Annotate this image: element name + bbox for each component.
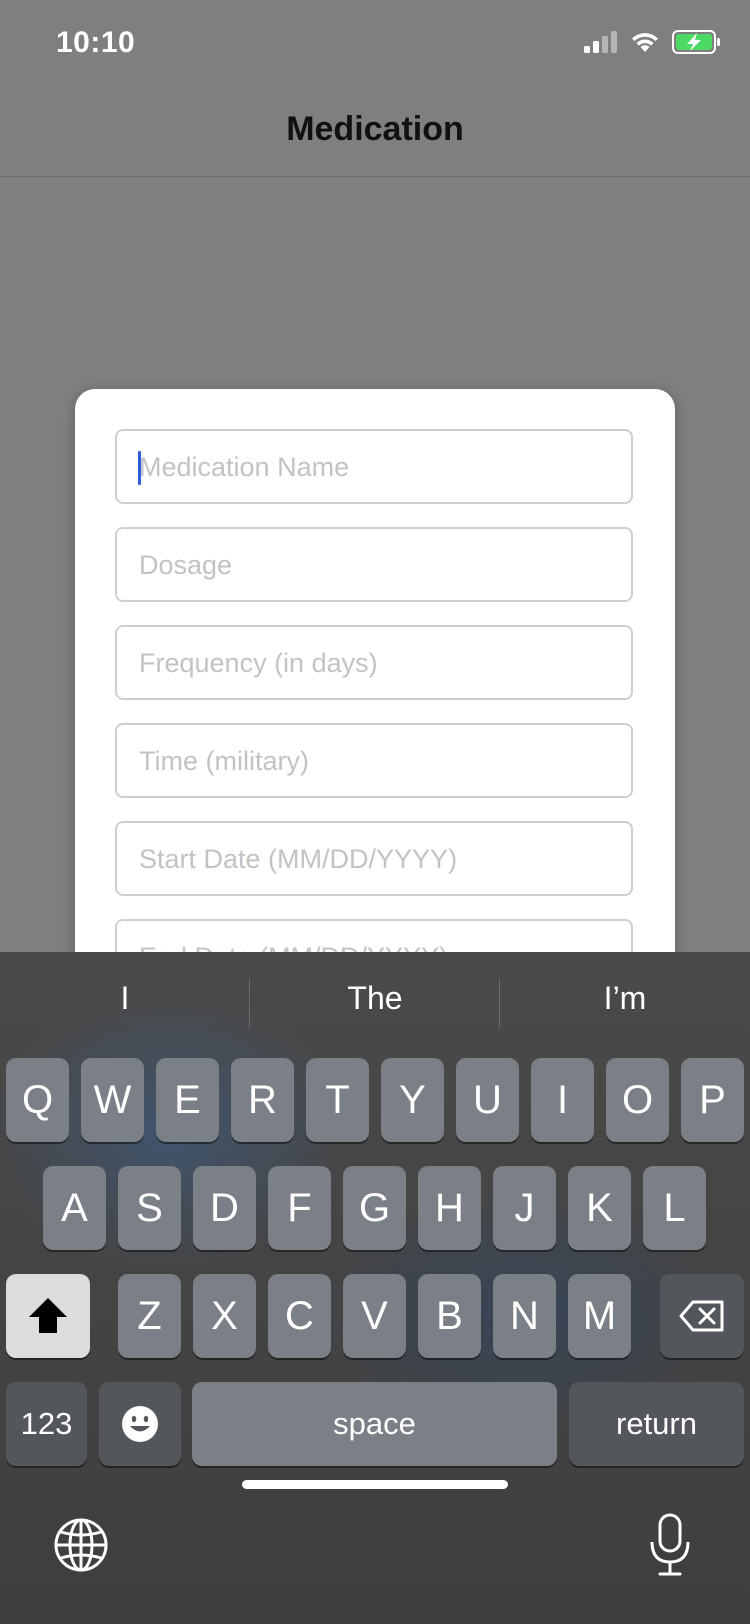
key-p[interactable]: P bbox=[681, 1058, 744, 1142]
key-y[interactable]: Y bbox=[381, 1058, 444, 1142]
key-f[interactable]: F bbox=[268, 1166, 331, 1250]
suggestion-item[interactable]: I bbox=[0, 980, 250, 1017]
key-m[interactable]: M bbox=[568, 1274, 631, 1358]
key-u[interactable]: U bbox=[456, 1058, 519, 1142]
medication-name-input[interactable]: Medication Name bbox=[115, 429, 633, 504]
shift-key[interactable] bbox=[6, 1274, 90, 1358]
start-date-placeholder: Start Date (MM/DD/YYYY) bbox=[139, 844, 458, 874]
key-i[interactable]: I bbox=[531, 1058, 594, 1142]
key-d[interactable]: D bbox=[193, 1166, 256, 1250]
key-z[interactable]: Z bbox=[118, 1274, 181, 1358]
key-v[interactable]: V bbox=[343, 1274, 406, 1358]
time-placeholder: Time (military) bbox=[139, 746, 309, 776]
add-medication-card: Medication Name Dosage Frequency (in day… bbox=[75, 389, 675, 1009]
key-q[interactable]: Q bbox=[6, 1058, 69, 1142]
key-b[interactable]: B bbox=[418, 1274, 481, 1358]
key-l[interactable]: L bbox=[643, 1166, 706, 1250]
keyboard: I The I’m Q W E R T Y U I O P A S D F G … bbox=[0, 952, 750, 1624]
key-g[interactable]: G bbox=[343, 1166, 406, 1250]
key-j[interactable]: J bbox=[493, 1166, 556, 1250]
dictation-button[interactable] bbox=[646, 1512, 694, 1578]
start-date-input[interactable]: Start Date (MM/DD/YYYY) bbox=[115, 821, 633, 896]
key-s[interactable]: S bbox=[118, 1166, 181, 1250]
shift-arrow-icon bbox=[29, 1298, 67, 1333]
globe-button[interactable] bbox=[52, 1516, 110, 1574]
dosage-input[interactable]: Dosage bbox=[115, 527, 633, 602]
dosage-placeholder: Dosage bbox=[139, 550, 233, 580]
predictive-text-bar: I The I’m bbox=[0, 952, 750, 1052]
suggestion-item[interactable]: I’m bbox=[500, 980, 750, 1017]
backspace-icon bbox=[679, 1300, 724, 1332]
key-c[interactable]: C bbox=[268, 1274, 331, 1358]
delete-key[interactable] bbox=[660, 1274, 744, 1358]
frequency-placeholder: Frequency (in days) bbox=[139, 648, 378, 678]
frequency-input[interactable]: Frequency (in days) bbox=[115, 625, 633, 700]
medication-name-placeholder: Medication Name bbox=[139, 452, 350, 482]
key-e[interactable]: E bbox=[156, 1058, 219, 1142]
cellular-signal-icon bbox=[584, 31, 617, 53]
return-key[interactable]: return bbox=[569, 1382, 744, 1466]
wifi-icon bbox=[632, 33, 658, 52]
status-bar: 10:10 bbox=[0, 0, 750, 88]
navigation-bar: Medication bbox=[0, 88, 750, 177]
status-time: 10:10 bbox=[56, 26, 136, 59]
numbers-key[interactable]: 123 bbox=[6, 1382, 87, 1466]
key-n[interactable]: N bbox=[493, 1274, 556, 1358]
key-t[interactable]: T bbox=[306, 1058, 369, 1142]
battery-charging-icon bbox=[672, 30, 720, 54]
key-w[interactable]: W bbox=[81, 1058, 144, 1142]
microphone-icon bbox=[650, 1513, 690, 1576]
globe-icon bbox=[54, 1518, 108, 1572]
space-key[interactable]: space bbox=[192, 1382, 557, 1466]
home-indicator[interactable] bbox=[242, 1480, 508, 1489]
key-r[interactable]: R bbox=[231, 1058, 294, 1142]
page-title: Medication bbox=[286, 110, 464, 148]
key-o[interactable]: O bbox=[606, 1058, 669, 1142]
key-x[interactable]: X bbox=[193, 1274, 256, 1358]
key-h[interactable]: H bbox=[418, 1166, 481, 1250]
emoji-icon bbox=[122, 1406, 158, 1442]
time-input[interactable]: Time (military) bbox=[115, 723, 633, 798]
emoji-key[interactable] bbox=[99, 1382, 181, 1466]
key-a[interactable]: A bbox=[43, 1166, 106, 1250]
status-icons bbox=[584, 30, 722, 54]
suggestion-item[interactable]: The bbox=[250, 980, 500, 1017]
key-k[interactable]: K bbox=[568, 1166, 631, 1250]
